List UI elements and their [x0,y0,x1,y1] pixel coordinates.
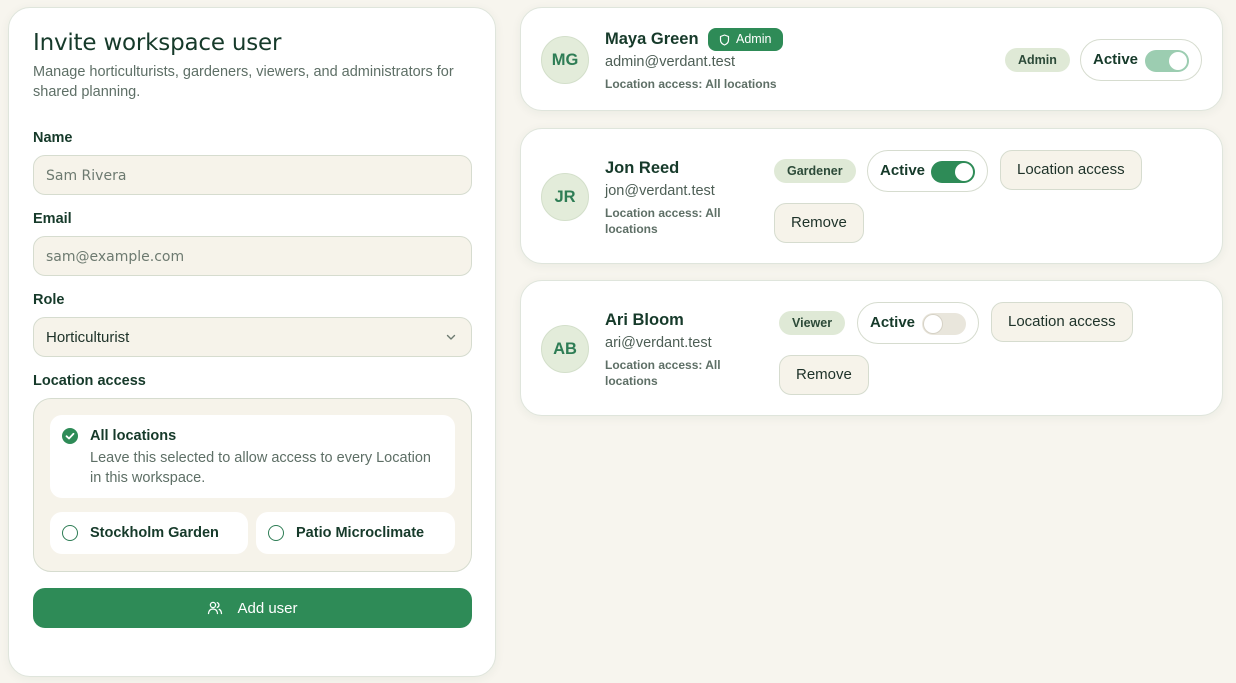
radio-icon [62,525,78,541]
all-locations-option[interactable]: All locations Leave this selected to all… [50,415,455,498]
shield-icon [719,34,730,46]
toggle-switch[interactable] [931,161,975,183]
user-location-access: Location access: All locations [605,358,721,388]
toggle-switch[interactable] [922,313,966,335]
user-location-access: Location access: All locations [605,77,777,91]
location-access-button[interactable]: Location access [991,302,1133,342]
remove-button[interactable]: Remove [774,203,864,243]
toggle-knob [924,315,942,333]
role-label: Role [33,292,65,308]
admin-badge-label: Admin [736,32,772,46]
avatar: JR [541,173,589,221]
role-pill: Viewer [779,311,846,335]
name-input[interactable]: Sam Rivera [33,155,472,195]
admin-badge: Admin [708,28,784,51]
role-select-value: Horticulturist [46,329,130,346]
check-circle-icon [62,428,78,444]
active-toggle-label: Active [870,314,916,331]
avatar: AB [541,325,589,373]
user-email: jon@verdant.test [605,183,715,199]
add-user-button[interactable]: Add user [33,588,472,628]
active-toggle-label: Active [1093,51,1139,68]
remove-button[interactable]: Remove [779,355,869,395]
user-location-access: Location access: All locations [605,206,721,236]
user-card-maya-green: MG Maya Green Admin admin@verdant.test L… [520,7,1223,111]
users-icon [208,601,223,615]
user-email: ari@verdant.test [605,335,712,351]
toggle-switch[interactable] [1145,50,1189,72]
page-title: Invite workspace user [33,30,282,56]
user-card-jon-reed: JR Jon Reed jon@verdant.test Location ac… [520,128,1223,264]
invite-user-panel: Invite workspace user Manage horticultur… [8,7,496,677]
name-label: Name [33,130,73,146]
role-select[interactable]: Horticulturist [33,317,472,357]
toggle-knob [955,163,973,181]
role-pill: Gardener [774,159,856,183]
all-locations-title: All locations [90,428,177,444]
active-toggle[interactable]: Active [867,150,988,192]
page-subtitle: Manage horticulturists, gardeners, viewe… [33,64,454,100]
toggle-knob [1169,52,1187,70]
location-access-button[interactable]: Location access [1000,150,1142,190]
location-option-label: Stockholm Garden [90,525,219,541]
location-option-label: Patio Microclimate [296,525,425,541]
active-toggle-label: Active [880,162,926,179]
add-user-label: Add user [237,599,298,617]
avatar: MG [541,36,589,84]
user-name: Ari Bloom [605,311,684,329]
user-name: Jon Reed [605,159,680,177]
location-option-patio-microclimate[interactable]: Patio Microclimate [256,512,455,554]
chevron-down-icon [446,334,456,340]
user-email: admin@verdant.test [605,54,735,70]
active-toggle[interactable]: Active [857,302,979,344]
location-option-stockholm-garden[interactable]: Stockholm Garden [50,512,248,554]
radio-icon [268,525,284,541]
location-access-label: Location access [33,373,146,389]
user-name: Maya Green [605,30,699,48]
email-label: Email [33,211,72,227]
active-toggle[interactable]: Active [1080,39,1202,81]
user-card-ari-bloom: AB Ari Bloom ari@verdant.test Location a… [520,280,1223,416]
all-locations-description: Leave this selected to allow access to e… [90,450,431,486]
location-access-group: All locations Leave this selected to all… [33,398,472,572]
email-input[interactable]: sam@example.com [33,236,472,276]
role-pill: Admin [1005,48,1070,72]
